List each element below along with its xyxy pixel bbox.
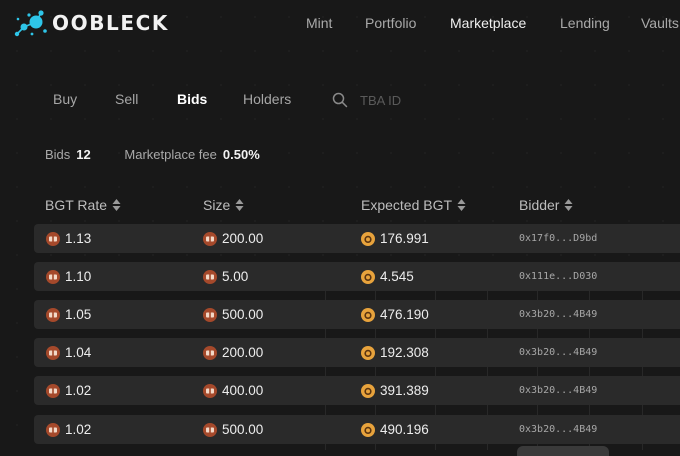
bidder-address[interactable]: 0x3b20...4B49: [519, 300, 597, 329]
expected-bgt-cell: 176.991: [361, 224, 429, 253]
column-header-label: BGT Rate: [45, 197, 107, 213]
size-value: 200.00: [222, 345, 264, 360]
expected-bgt-value: 476.190: [380, 307, 429, 322]
honey-token-icon: [203, 231, 217, 246]
expected-bgt-value: 490.196: [380, 422, 429, 437]
table-row[interactable]: 1.04 200.00 192.308 0x3b20...4B49: [34, 338, 680, 367]
sort-icon: [457, 199, 466, 211]
nav-item-vaults[interactable]: Vaults: [641, 15, 679, 31]
rate-cell: 1.10: [46, 262, 91, 291]
bidder-address[interactable]: 0x3b20...4B49: [519, 376, 597, 405]
nav-item-mint[interactable]: Mint: [306, 15, 332, 31]
table-row[interactable]: 1.13 200.00 176.991 0x17f0...D9bd: [34, 224, 680, 253]
rate-value: 1.10: [65, 269, 92, 284]
honey-token-icon: [46, 383, 60, 398]
rate-value: 1.02: [65, 422, 92, 437]
column-header-label: Bidder: [519, 197, 560, 213]
size-cell: 500.00: [203, 300, 263, 329]
size-cell: 200.00: [203, 224, 263, 253]
rate-value: 1.05: [65, 307, 92, 322]
column-header-expected-bgt[interactable]: Expected BGT: [361, 197, 466, 213]
expected-bgt-value: 176.991: [380, 231, 429, 246]
tab-sell[interactable]: Sell: [115, 91, 138, 107]
bidder-address[interactable]: 0x111e...D030: [519, 262, 597, 291]
table-row[interactable]: 1.02 500.00 490.196 0x3b20...4B49: [34, 415, 680, 444]
honey-token-icon: [46, 231, 60, 246]
column-header-bidder[interactable]: Bidder: [519, 197, 573, 213]
expected-bgt-cell: 391.389: [361, 376, 429, 405]
sort-icon: [564, 199, 573, 211]
nav-item-marketplace[interactable]: Marketplace: [450, 15, 526, 31]
honey-token-icon: [203, 307, 217, 322]
size-cell: 5.00: [203, 262, 248, 291]
bgt-coin-icon: [361, 307, 375, 322]
size-value: 5.00: [222, 269, 249, 284]
column-header-label: Size: [203, 197, 231, 213]
tab-buy[interactable]: Buy: [53, 91, 77, 107]
rate-value: 1.13: [65, 231, 92, 246]
rate-cell: 1.02: [46, 415, 91, 444]
search-input[interactable]: [358, 91, 452, 109]
bids-count-label: Bids: [45, 147, 71, 162]
bgt-coin-icon: [361, 345, 375, 360]
rate-value: 1.04: [65, 345, 92, 360]
search-box: [332, 90, 452, 110]
search-icon[interactable]: [332, 92, 348, 108]
nav-item-lending[interactable]: Lending: [560, 15, 610, 31]
expected-bgt-value: 391.389: [380, 383, 429, 398]
sort-icon: [112, 199, 121, 211]
rate-cell: 1.13: [46, 224, 91, 253]
expected-bgt-cell: 490.196: [361, 415, 429, 444]
honey-token-icon: [46, 307, 60, 322]
tab-holders[interactable]: Holders: [243, 91, 291, 107]
expected-bgt-value: 4.545: [380, 269, 414, 284]
bids-table-header: BGT Rate Size Expected BGT Bidder: [0, 197, 680, 215]
table-row[interactable]: 1.10 5.00 4.545 0x111e...D030: [34, 262, 680, 291]
sort-icon: [235, 199, 244, 211]
bgt-coin-icon: [361, 269, 375, 284]
honey-token-icon: [46, 422, 60, 437]
rate-cell: 1.05: [46, 300, 91, 329]
expected-bgt-cell: 4.545: [361, 262, 414, 291]
expected-bgt-cell: 192.308: [361, 338, 429, 367]
honey-token-icon: [46, 269, 60, 284]
size-value: 400.00: [222, 383, 264, 398]
marketplace-fee-value: 0.50%: [222, 147, 260, 162]
expected-bgt-cell: 476.190: [361, 300, 429, 329]
column-header-label: Expected BGT: [361, 197, 453, 213]
top-header: OOBLECK Mint Portfolio Marketplace Lendi…: [0, 0, 680, 46]
bgt-coin-icon: [361, 231, 375, 246]
size-cell: 500.00: [203, 415, 263, 444]
bids-count-value: 12: [76, 147, 91, 162]
size-cell: 200.00: [203, 338, 263, 367]
bgt-coin-icon: [361, 422, 375, 437]
bids-stats: Bids 12 Marketplace fee 0.50%: [45, 147, 260, 165]
table-row[interactable]: 1.05 500.00 476.190 0x3b20...4B49: [34, 300, 680, 329]
marketplace-fee-label: Marketplace fee: [124, 147, 217, 162]
table-row[interactable]: 1.02 400.00 391.389 0x3b20...4B49: [34, 376, 680, 405]
rate-value: 1.02: [65, 383, 92, 398]
honey-token-icon: [203, 422, 217, 437]
tab-bids[interactable]: Bids: [177, 91, 207, 107]
bgt-coin-icon: [361, 383, 375, 398]
bidder-address[interactable]: 0x17f0...D9bd: [519, 224, 597, 253]
rate-cell: 1.04: [46, 338, 91, 367]
size-value: 500.00: [222, 422, 264, 437]
honey-token-icon: [203, 269, 217, 284]
main-nav: Mint Portfolio Marketplace Lending Vault…: [0, 15, 680, 35]
bidder-address[interactable]: 0x3b20...4B49: [519, 338, 597, 367]
bidder-address[interactable]: 0x3b20...4B49: [519, 415, 597, 444]
honey-token-icon: [203, 345, 217, 360]
honey-token-icon: [203, 383, 217, 398]
size-value: 500.00: [222, 307, 264, 322]
honey-token-icon: [46, 345, 60, 360]
size-value: 200.00: [222, 231, 264, 246]
column-header-bgt-rate[interactable]: BGT Rate: [45, 197, 121, 213]
rate-cell: 1.02: [46, 376, 91, 405]
nav-item-portfolio[interactable]: Portfolio: [365, 15, 416, 31]
column-header-size[interactable]: Size: [203, 197, 244, 213]
expected-bgt-value: 192.308: [380, 345, 429, 360]
size-cell: 400.00: [203, 376, 263, 405]
bottom-drawer-handle[interactable]: [517, 446, 609, 456]
